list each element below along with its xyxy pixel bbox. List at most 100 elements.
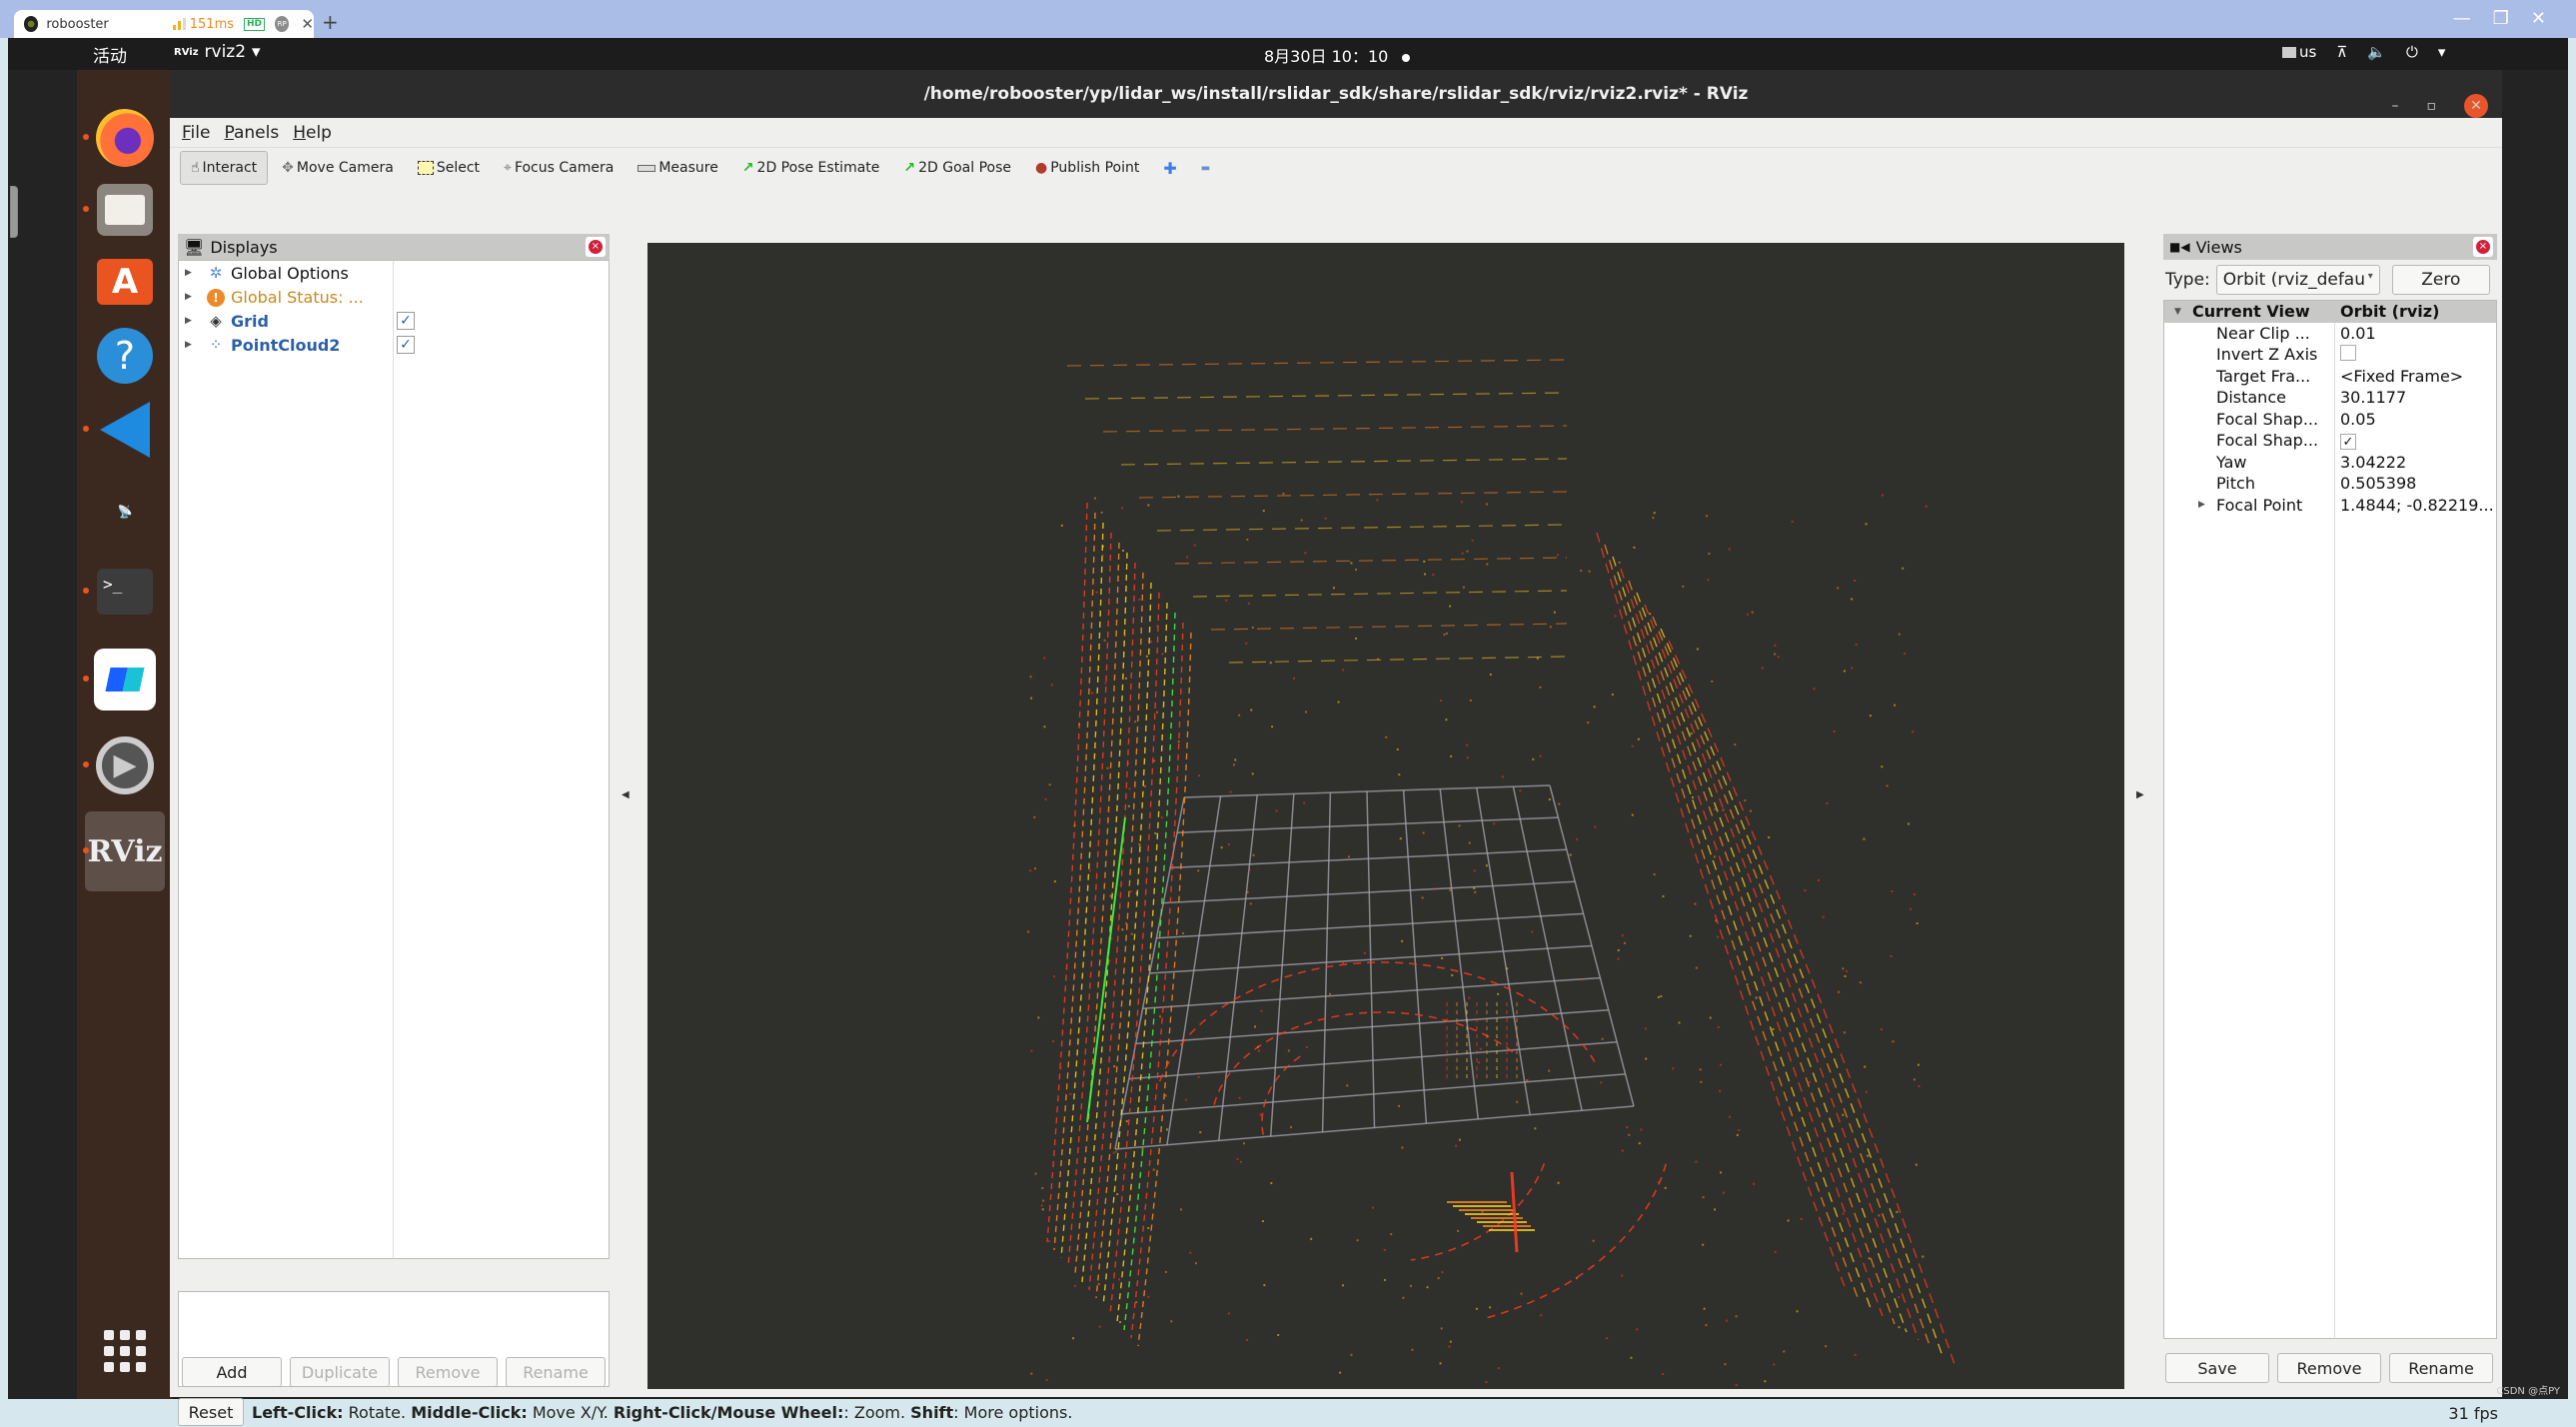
view-type-select[interactable]: Orbit (rviz_defau ▾ <box>2215 265 2380 295</box>
dock-software[interactable]: A <box>93 250 157 314</box>
remove-view-button[interactable]: Remove <box>2277 1353 2381 1383</box>
activities-button[interactable]: 活动 <box>93 42 127 67</box>
scene-canvas[interactable] <box>647 243 2124 1389</box>
close-button[interactable]: ✕ <box>2464 94 2488 118</box>
show-apps-button[interactable] <box>93 1319 157 1383</box>
power-icon[interactable]: ⏻ <box>2406 43 2418 61</box>
expand-arrow-icon[interactable]: ▶ <box>185 340 199 350</box>
cloud-point <box>1558 802 1561 805</box>
maximize-button[interactable]: ▫ <box>2427 82 2437 130</box>
dock-firefox[interactable] <box>83 106 157 170</box>
focal-shape-checkbox[interactable]: ✓ <box>2340 434 2356 451</box>
expand-arrow-icon[interactable]: ▶ <box>185 316 199 326</box>
dock-rviz[interactable]: RViz <box>83 811 165 891</box>
clock[interactable]: 8月30日 10：10 <box>1264 43 1411 67</box>
property-focal-point[interactable]: ▶ Focal Point 1.4844; -0.82219... <box>2164 495 2496 517</box>
property-value[interactable]: 0.01 <box>2334 324 2376 343</box>
property-value[interactable]: 0.505398 <box>2334 474 2416 493</box>
dock-help[interactable]: ? <box>93 324 157 388</box>
zero-button[interactable]: Zero <box>2391 265 2490 295</box>
close-icon[interactable]: ✕ <box>2531 8 2546 29</box>
browser-tab[interactable]: robooster 151ms HD RP ✕ <box>14 10 314 38</box>
new-tab-button[interactable]: + <box>322 10 339 34</box>
menu-panels[interactable]: Panels <box>224 123 279 143</box>
hd-badge[interactable]: HD <box>244 17 266 31</box>
collapse-arrow-icon[interactable]: ▼ <box>2174 307 2181 317</box>
add-display-button[interactable]: Add <box>182 1357 282 1387</box>
tool-move-camera[interactable]: ✥ Move Camera <box>272 151 404 185</box>
pointcloud-enabled-checkbox[interactable]: ✓ <box>397 336 415 354</box>
rename-display-button[interactable]: Rename <box>506 1357 606 1387</box>
dock-files[interactable] <box>83 178 157 242</box>
property-distance[interactable]: Distance 30.1177 <box>2164 387 2496 409</box>
property-value[interactable]: 30.1177 <box>2334 388 2406 407</box>
side-handle[interactable] <box>10 186 18 238</box>
dock-todesk[interactable] <box>83 648 157 712</box>
property-value[interactable]: <Fixed Frame> <box>2334 367 2463 386</box>
property-yaw[interactable]: Yaw 3.04222 <box>2164 452 2496 474</box>
minimize-button[interactable]: – <box>2392 82 2399 130</box>
property-target-frame[interactable]: Target Fra... <Fixed Frame> <box>2164 366 2496 388</box>
property-value[interactable]: 3.04222 <box>2334 453 2406 472</box>
dock-settings[interactable]: ▶ <box>83 733 157 797</box>
cloud-point <box>1029 869 1032 872</box>
expand-arrow-icon[interactable]: ▶ <box>185 268 199 278</box>
expand-arrow-icon[interactable]: ▶ <box>2198 500 2205 510</box>
dock-vscode[interactable] <box>83 398 157 462</box>
volume-icon[interactable]: 🔈 <box>2367 43 2386 61</box>
add-tool-button[interactable]: ✚ <box>1153 151 1186 185</box>
window-titlebar[interactable]: /home/robooster/yp/lidar_ws/install/rsli… <box>170 70 2502 118</box>
property-value[interactable]: 1.4844; -0.82219... <box>2334 496 2494 515</box>
cloud-point <box>1735 1384 1738 1387</box>
property-value[interactable]: 0.05 <box>2334 410 2376 429</box>
tool-2d-pose-estimate[interactable]: ↗ 2D Pose Estimate <box>732 151 890 185</box>
keyboard-layout[interactable]: us <box>2282 43 2316 61</box>
rename-view-button[interactable]: Rename <box>2389 1353 2493 1383</box>
expand-arrow-icon[interactable]: ▶ <box>185 292 199 302</box>
display-item-grid[interactable]: ▶ ◈ Grid ✓ <box>179 309 609 333</box>
restore-icon[interactable]: ❐ <box>2493 8 2509 29</box>
property-focal-shape-size[interactable]: Focal Shap... 0.05 <box>2164 409 2496 431</box>
display-item-global-status[interactable]: ▶ ! Global Status: ... <box>179 285 609 309</box>
minimize-icon[interactable]: — <box>2453 8 2471 29</box>
tool-publish-point[interactable]: ● Publish Point <box>1025 151 1149 185</box>
tool-measure[interactable]: Measure <box>628 151 728 185</box>
property-pitch[interactable]: Pitch 0.505398 <box>2164 473 2496 495</box>
3d-viewport[interactable] <box>647 243 2124 1389</box>
property-near-clip[interactable]: Near Clip ... 0.01 <box>2164 323 2496 345</box>
app-menu[interactable]: RViz rviz2 ▾ <box>174 42 261 62</box>
menu-help[interactable]: Help <box>293 123 332 143</box>
remove-display-button[interactable]: Remove <box>398 1357 498 1387</box>
cloud-point <box>1445 632 1448 635</box>
collapse-left-arrow-icon[interactable]: ◀ <box>622 789 630 800</box>
property-invert-z[interactable]: Invert Z Axis <box>2164 344 2496 366</box>
property-key: Target Fra... <box>2216 366 2311 386</box>
panel-close-button[interactable]: × <box>2473 237 2493 257</box>
save-view-button[interactable]: Save <box>2165 1353 2269 1383</box>
invert-z-checkbox[interactable] <box>2340 344 2356 361</box>
tool-focus-camera[interactable]: ⌖ Focus Camera <box>494 151 624 185</box>
tab-close-icon[interactable]: ✕ <box>301 15 314 33</box>
tray-menu-chevron-icon[interactable]: ▾ <box>2438 43 2446 61</box>
system-tray[interactable]: us ⊼ 🔈 ⏻ ▾ <box>2282 43 2445 61</box>
tool-select[interactable]: Select <box>408 151 490 185</box>
property-focal-shape-fixed[interactable]: Focal Shap... ✓ <box>2164 430 2496 452</box>
dock-terminal[interactable]: >_ <box>83 560 157 624</box>
menu-file[interactable]: File <box>182 123 210 143</box>
avatar[interactable]: RP <box>275 16 290 32</box>
grid-enabled-checkbox[interactable]: ✓ <box>397 312 415 330</box>
reset-button[interactable]: Reset <box>178 1398 244 1426</box>
network-icon[interactable]: ⊼ <box>2336 43 2347 61</box>
display-item-global-options[interactable]: ▶ ✲ Global Options <box>179 261 609 285</box>
current-view-row[interactable]: ▼ Current View Orbit (rviz) <box>2164 301 2496 323</box>
remove-tool-button[interactable]: ▬ <box>1191 151 1220 185</box>
duplicate-display-button[interactable]: Duplicate <box>290 1357 390 1387</box>
dock-satellite[interactable]: 📡 <box>93 480 157 544</box>
panel-close-button[interactable]: × <box>586 237 606 257</box>
tool-2d-goal-pose[interactable]: ↗ 2D Goal Pose <box>893 151 1021 185</box>
tool-interact[interactable]: ☝ Interact <box>180 151 269 185</box>
views-panel-header[interactable]: ■◀ Views × <box>2163 234 2497 260</box>
collapse-right-arrow-icon[interactable]: ▶ <box>2136 789 2144 800</box>
display-item-pointcloud2[interactable]: ▶ ⁘ PointCloud2 ✓ <box>179 333 609 357</box>
displays-panel-header[interactable]: 🖥 Displays × <box>178 234 610 260</box>
